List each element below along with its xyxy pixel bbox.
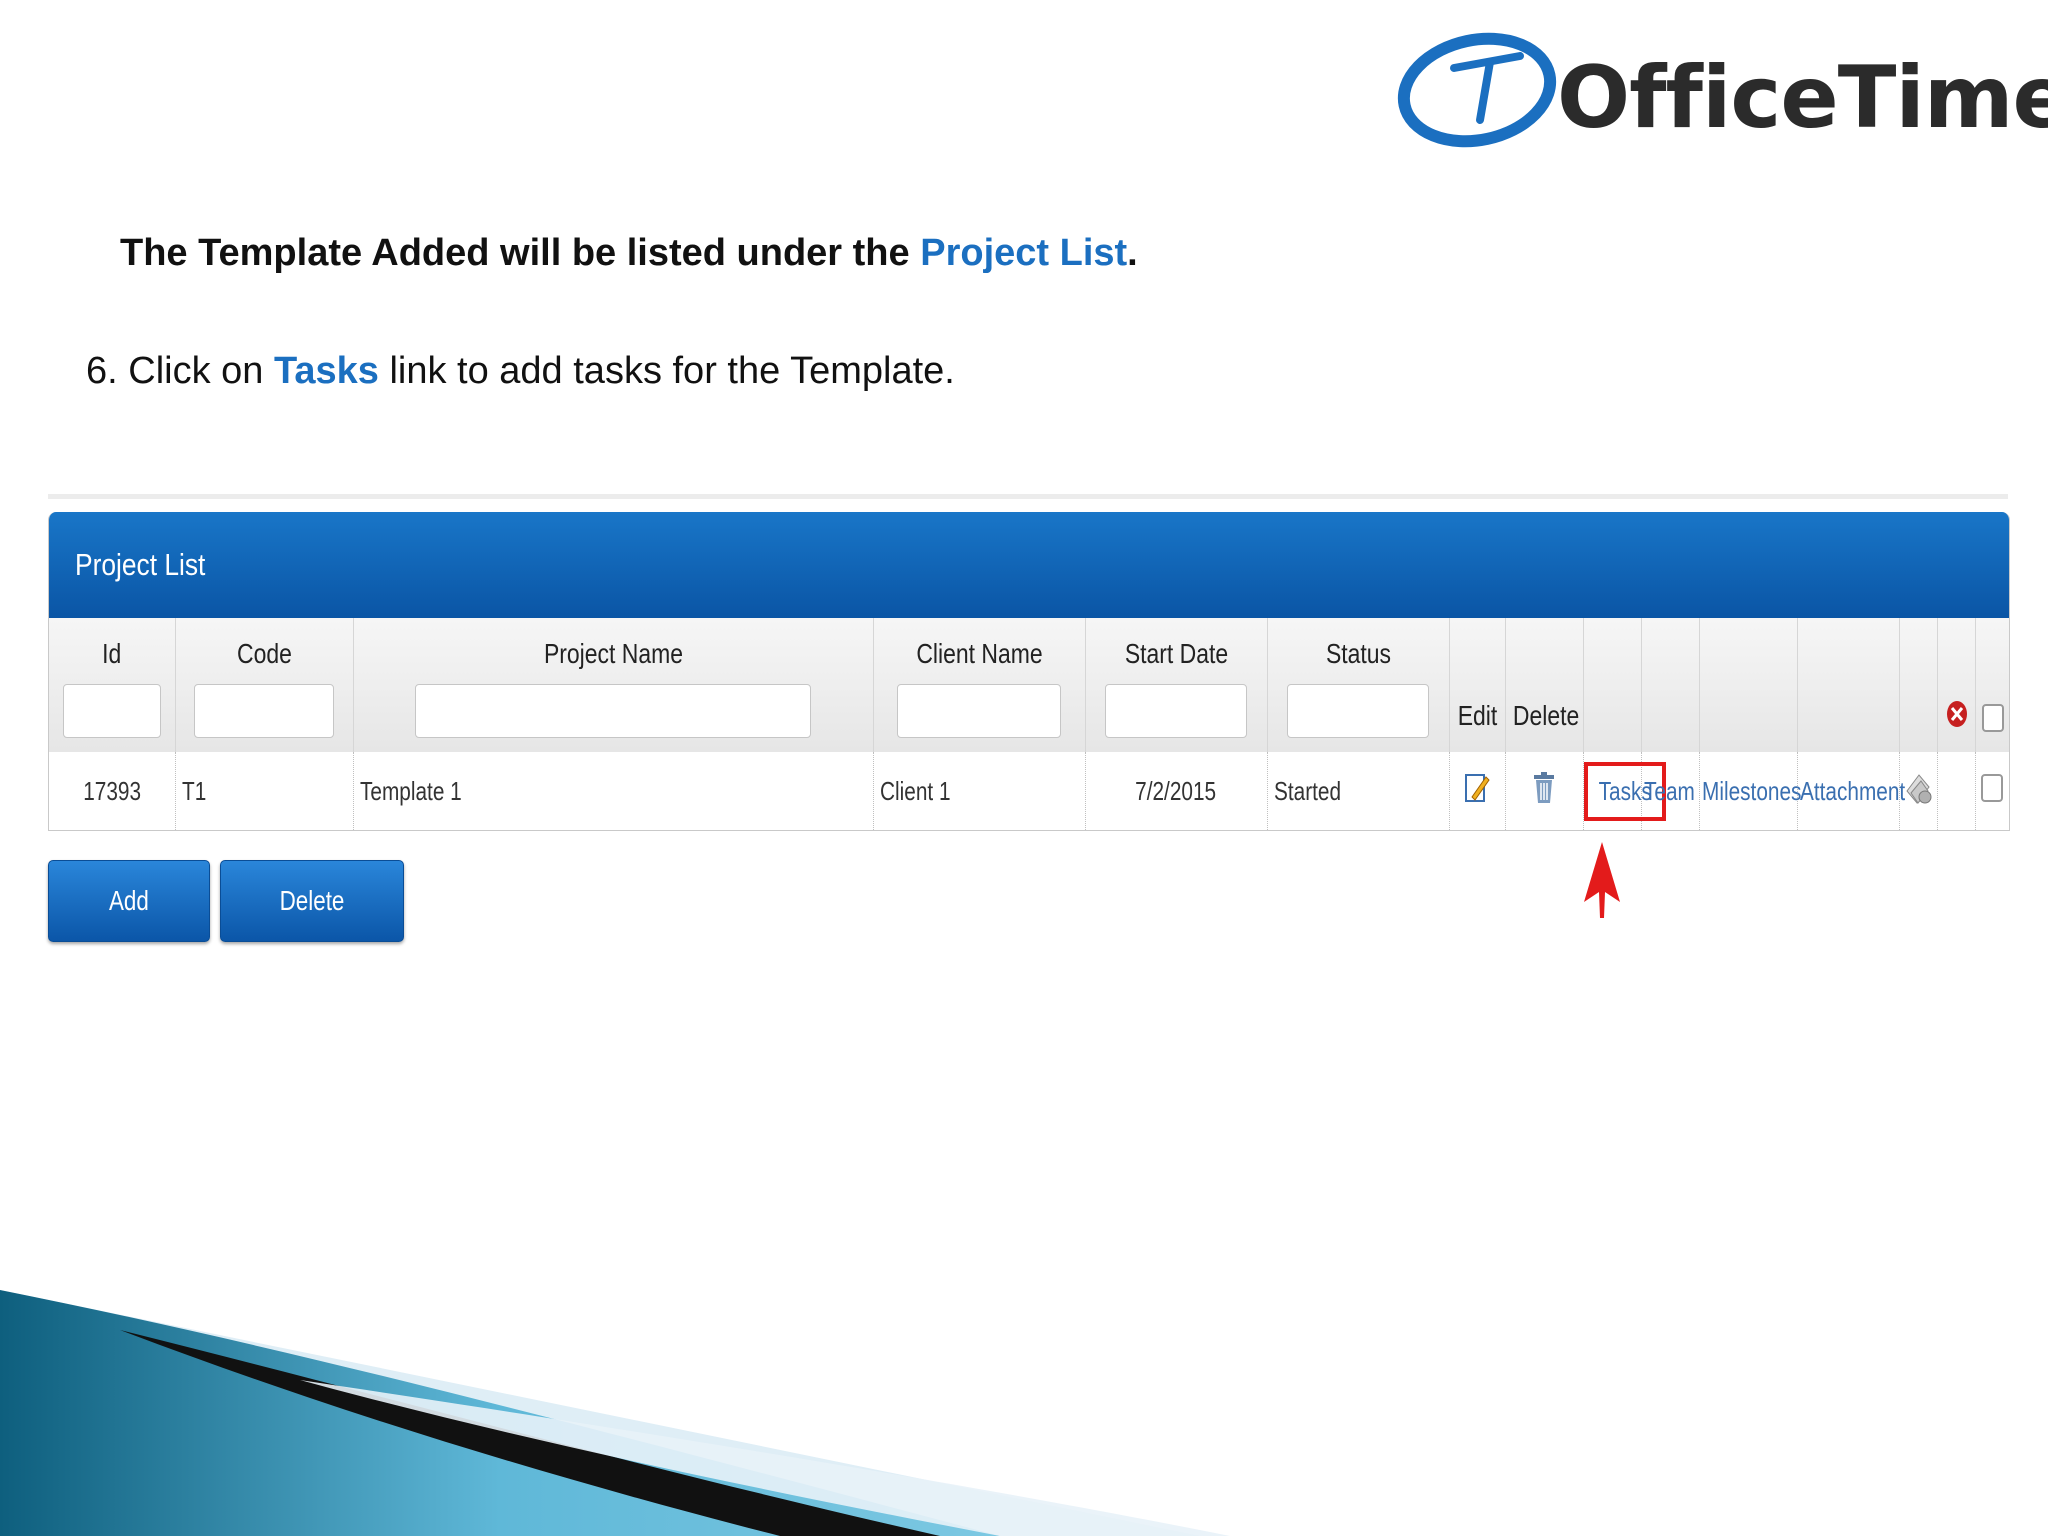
project-list-panel: Project List Id Code Project Name Client…	[48, 512, 2010, 831]
cell-select	[1975, 752, 2009, 830]
id-filter-input[interactable]	[62, 684, 161, 738]
col-id: Id	[49, 618, 176, 752]
logo-text: OfficeTimer	[1557, 48, 2048, 148]
panel-title: Project List	[49, 512, 2009, 618]
table-header-row: Id Code Project Name Client Name Start D…	[49, 618, 2009, 752]
instruction-line-2: 6. Click on Tasks link to add tasks for …	[86, 350, 955, 393]
status-filter-input[interactable]	[1287, 684, 1429, 738]
cell-client-name: Client 1	[873, 752, 1086, 830]
select-all-checkbox[interactable]	[1981, 704, 2004, 732]
team-link[interactable]: Team	[1644, 776, 1695, 807]
add-button[interactable]: Add	[48, 860, 210, 942]
instruction-line-1: The Template Added will be listed under …	[120, 232, 1138, 275]
cell-project-name: Template 1	[353, 752, 874, 830]
code-filter-input[interactable]	[194, 684, 334, 738]
col-attachment	[1797, 618, 1900, 752]
edit-icon[interactable]	[1464, 771, 1490, 812]
instruction-1-suffix: .	[1127, 232, 1138, 274]
col-code: Code	[175, 618, 354, 752]
table-row: 17393 T1 Template 1 Client 1 7/2/2015 St…	[49, 752, 2009, 830]
cell-delete	[1505, 752, 1584, 830]
logo-clock-icon	[1397, 32, 1557, 148]
col-tasks	[1583, 618, 1642, 752]
row-checkbox[interactable]	[1981, 773, 2003, 802]
separator	[48, 494, 2008, 499]
red-arrow-icon	[1584, 842, 1620, 918]
cell-blank	[1937, 752, 1976, 830]
decorative-swoosh	[0, 1290, 1230, 1536]
instruction-2-text: 6. Click on	[86, 350, 274, 392]
col-project-name: Project Name	[353, 618, 874, 752]
project-table: Id Code Project Name Client Name Start D…	[49, 618, 2009, 830]
col-extra	[1899, 618, 1938, 752]
cell-status: Started	[1267, 752, 1450, 830]
col-delete: Delete	[1505, 618, 1584, 752]
cell-edit	[1449, 752, 1506, 830]
col-select-all	[1975, 618, 2009, 752]
col-client-name: Client Name	[873, 618, 1086, 752]
instruction-2-suffix: link to add tasks for the Template.	[378, 350, 955, 392]
col-edit: Edit	[1449, 618, 1506, 752]
cell-code: T1	[175, 752, 354, 830]
cell-start-date: 7/2/2015	[1085, 752, 1268, 830]
cell-milestones: Milestones	[1699, 752, 1801, 830]
cell-id: 17393	[49, 752, 176, 830]
cell-attachment: Attachment	[1797, 752, 1905, 830]
delete-selected-button[interactable]: Delete Selected	[220, 860, 404, 996]
col-status: Status	[1267, 618, 1450, 752]
officetimer-logo: OfficeTimer	[1392, 24, 2048, 154]
cell-tasks: Tasks	[1583, 752, 1666, 830]
start-date-filter-input[interactable]	[1105, 684, 1247, 738]
instruction-1-text: The Template Added will be listed under …	[120, 232, 921, 274]
col-start-date: Start Date	[1085, 618, 1268, 752]
project-list-highlight: Project List	[920, 232, 1128, 274]
col-clear-filter	[1937, 618, 1976, 752]
milestones-link[interactable]: Milestones	[1702, 776, 1801, 807]
trash-icon[interactable]	[1532, 771, 1556, 812]
tasks-highlight: Tasks	[273, 350, 379, 392]
client-name-filter-input[interactable]	[897, 684, 1061, 738]
document-stack-icon[interactable]	[1903, 769, 1933, 814]
project-name-filter-input[interactable]	[415, 684, 811, 738]
attachment-link[interactable]: Attachment	[1800, 776, 1905, 807]
clear-filter-icon[interactable]	[1946, 699, 1968, 736]
col-team	[1641, 618, 1700, 752]
col-milestones	[1699, 618, 1798, 752]
